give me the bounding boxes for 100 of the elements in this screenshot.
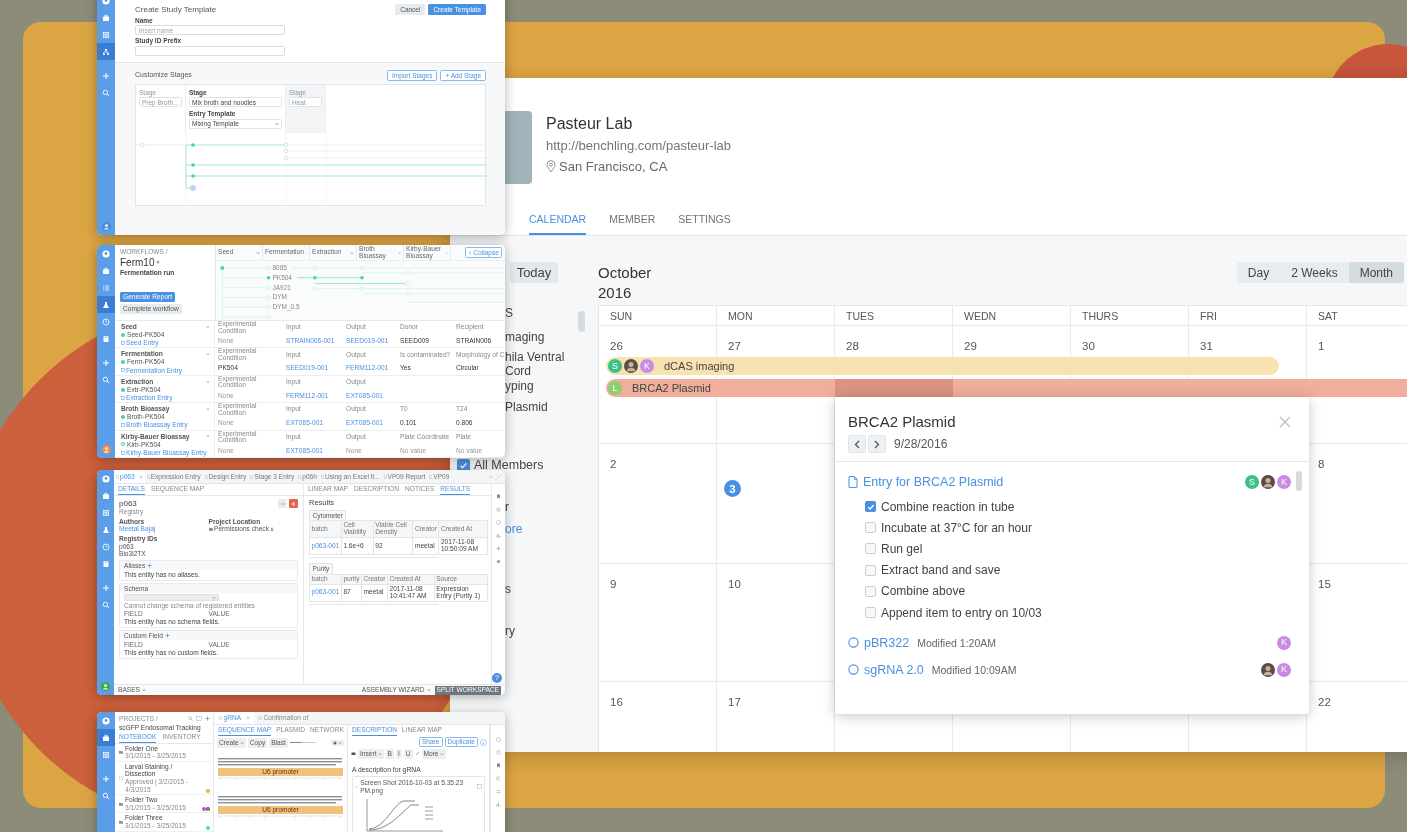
chevron-right-icon [874, 439, 880, 449]
weekday-header: THURS [1082, 309, 1119, 322]
zoom-slider[interactable] [289, 740, 316, 746]
day-number[interactable]: 16 [610, 693, 623, 711]
list-icon[interactable] [496, 507, 501, 512]
member-name[interactable]: ry [505, 624, 515, 638]
add-icon[interactable] [147, 562, 153, 568]
clock-icon[interactable] [496, 520, 501, 525]
previous-button[interactable] [848, 435, 866, 453]
filter-label: All Members [474, 458, 544, 472]
day-number[interactable]: 28 [846, 337, 859, 355]
day-number[interactable]: 30 [1082, 337, 1095, 355]
show-more-link[interactable]: ore [505, 522, 523, 536]
year-title: 2016 [598, 283, 633, 303]
view-toggle[interactable]: Month [1348, 262, 1404, 283]
sequence-link[interactable]: pBR322 [864, 635, 910, 650]
location-pin-icon [546, 160, 556, 173]
close-icon[interactable] [246, 716, 250, 720]
day-number[interactable]: 15 [1318, 575, 1331, 593]
calendar-name[interactable]: Plasmid [505, 400, 548, 414]
checkbox[interactable] [865, 585, 876, 597]
today-button[interactable]: Today [510, 262, 558, 283]
day-number[interactable]: 1 [1318, 337, 1325, 355]
close-icon[interactable] [1279, 415, 1291, 428]
chart-icon[interactable] [495, 802, 501, 807]
settings-button[interactable] [331, 739, 344, 746]
text-field[interactable] [135, 45, 285, 56]
edit-button[interactable] [278, 499, 287, 508]
day-number[interactable]: 31 [1200, 337, 1213, 355]
nav-tab[interactable]: MEMBER [609, 213, 656, 235]
nav-tab[interactable]: SETTINGS [678, 213, 731, 235]
gear-icon[interactable] [496, 559, 501, 564]
calendar-name[interactable]: maging [505, 330, 545, 344]
view-toggle[interactable]: 2 Weeks [1280, 262, 1349, 283]
day-number[interactable]: 9 [610, 575, 617, 593]
nav-button[interactable] [97, 296, 115, 313]
search-icon [102, 88, 110, 97]
day-number[interactable]: 29 [964, 337, 977, 355]
check-icon [866, 502, 875, 511]
view-toggle[interactable]: Day [1236, 262, 1281, 283]
search-icon[interactable] [188, 716, 193, 722]
bookmark-icon[interactable] [495, 763, 501, 768]
event-bar[interactable]: S K dCAS imaging [606, 357, 1279, 375]
checkbox[interactable] [865, 564, 876, 576]
download-icon[interactable] [477, 784, 482, 790]
grid-icon [102, 750, 110, 759]
plus-icon[interactable] [496, 546, 501, 551]
checkbox[interactable] [865, 501, 876, 513]
book-icon [102, 334, 110, 343]
chevron-down-icon [426, 688, 431, 692]
calendar-name[interactable]: hila Ventral [505, 350, 565, 364]
checkbox[interactable] [865, 543, 876, 555]
person-icon [270, 527, 275, 532]
event-bar[interactable]: L BRCA2 Plasmid [606, 379, 1407, 397]
next-button[interactable] [868, 435, 886, 453]
calendar-name[interactable]: Cord [505, 364, 531, 378]
day-number[interactable]: 22 [1318, 693, 1331, 711]
event-title: dCAS imaging [664, 360, 735, 372]
weekday-header: SAT [1318, 309, 1338, 322]
entry-link[interactable]: Entry for BRCA2 Plasmid [863, 475, 1004, 489]
section-heading: s [505, 582, 511, 596]
lab-location: San Francisco, CA [559, 159, 668, 174]
day-number[interactable]: 8 [1318, 455, 1325, 473]
edit-icon [121, 395, 125, 400]
plus-icon[interactable] [205, 716, 210, 722]
layout-icon[interactable] [196, 716, 202, 722]
link-icon[interactable] [414, 751, 420, 757]
user-avatar: K [1277, 662, 1291, 677]
bookmark-icon[interactable] [496, 494, 501, 499]
nav-button[interactable] [97, 43, 115, 60]
logo-icon [101, 474, 110, 483]
hierarchy-icon [102, 47, 110, 56]
folder-icon [119, 801, 123, 806]
info-icon[interactable] [480, 738, 487, 746]
swap-icon[interactable] [495, 789, 501, 794]
add-icon[interactable] [164, 632, 170, 638]
day-number[interactable]: 10 [728, 575, 741, 593]
day-number[interactable]: 3 [724, 480, 741, 497]
day-number[interactable]: 26 [610, 337, 623, 355]
sequence-link[interactable]: sgRNA 2.0 [864, 662, 924, 677]
day-number[interactable]: 17 [728, 693, 741, 711]
close-icon[interactable] [138, 474, 143, 479]
nav-button[interactable] [97, 729, 115, 746]
user-avatar [101, 682, 110, 691]
clock-icon[interactable] [495, 737, 501, 742]
calendar-name[interactable]: yping [505, 379, 534, 393]
checkbox[interactable] [865, 522, 876, 534]
weekday-header: WEDN [964, 309, 997, 322]
branch-icon[interactable] [495, 776, 501, 781]
day-number[interactable]: 2 [610, 455, 617, 473]
chevron-left-icon [854, 439, 860, 449]
day-number[interactable]: 27 [728, 337, 741, 355]
schema-dropdown[interactable] [124, 594, 219, 602]
checkbox[interactable] [865, 607, 876, 619]
history-icon[interactable] [495, 750, 501, 755]
expand-icon[interactable] [496, 473, 502, 480]
delete-button[interactable] [289, 499, 298, 508]
member-name[interactable]: r [505, 500, 509, 514]
chart-icon[interactable] [496, 533, 501, 538]
print-icon[interactable] [351, 751, 356, 757]
